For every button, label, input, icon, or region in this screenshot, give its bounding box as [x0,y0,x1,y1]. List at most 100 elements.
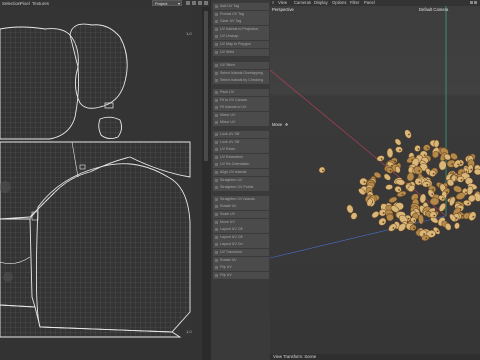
seed-shadow [426,183,429,186]
uv-scrollbar-thumb[interactable] [204,11,208,161]
seed [371,211,380,219]
command-item[interactable]: Rotate UV [213,256,269,264]
uv-coord-top: 1,0 [186,31,192,36]
seed [395,178,406,186]
command-item[interactable]: Flip UV [213,264,269,272]
command-item[interactable]: Straighten UV Points [213,184,269,192]
command-item[interactable]: Mirror UV [213,111,269,119]
command-item[interactable]: Clear UV Tag [213,18,269,26]
seed-shadow [380,158,383,160]
move-icon[interactable]: ✥ [284,122,289,127]
command-item[interactable]: UV Weld [213,48,269,56]
seed [395,146,403,153]
seed-shadow [432,172,435,175]
command-item[interactable]: UV Re-Orientation [213,161,269,169]
command-item[interactable]: Layout UV Off [213,233,269,241]
command-item[interactable]: Select Islands by Checking [213,77,269,85]
seed-shadow [407,217,410,220]
camera-label[interactable]: Perspective [272,7,294,12]
uv-menu-pixel[interactable]: Pixel [20,0,30,7]
chevron-down-icon: ▾ [177,1,180,6]
uv-island-tiny [104,102,114,109]
seed-shadow [423,154,426,157]
uv-scrollbar[interactable] [202,7,210,360]
seed-shadow [465,191,467,194]
seed-shadow [423,233,425,235]
seed [346,204,354,214]
camera-name[interactable]: Default Camera [419,7,448,12]
command-item[interactable]: UV Islands to Projection [213,25,269,33]
command-item[interactable]: Scale UV [213,211,269,218]
command-item[interactable]: Mirror UV [213,119,269,127]
seed-shadow [399,149,401,152]
seed [404,129,412,139]
view-transform-status: View Transform: Scene [273,354,317,359]
seed-shadow [432,188,435,191]
uv-map [0,7,192,338]
seed-shadow [418,170,420,172]
command-item[interactable]: Straighten UV [213,176,269,184]
command-item[interactable]: Lock UV Off [213,131,269,138]
uv-menu-textures[interactable]: Textures [32,0,49,7]
uv-mode-value: Project [155,1,168,6]
command-item[interactable]: Layout UV Off [213,226,269,234]
command-item[interactable]: Layout UV On [213,241,269,249]
seed-shadow [465,170,468,173]
seed-shadow [382,212,385,215]
command-item[interactable]: Rotate UV [213,203,269,211]
seed-shadow [441,197,444,200]
command-item[interactable]: Move UV [213,218,269,226]
seed [376,155,385,162]
viewport-3d-view[interactable]: Perspective Default Camera Move ✥ [270,6,480,354]
seed [433,139,440,148]
command-item[interactable]: UV Stitch [213,62,269,70]
uv-mode-dropdown[interactable]: Project ▾ [152,0,182,6]
seed [383,173,391,181]
command-item[interactable]: Flip UV [213,271,269,279]
command-item[interactable]: Align UV Islands [213,169,269,176]
command-item[interactable]: UV Relaxation [213,153,269,161]
seed-shadow [451,163,454,166]
seed-shadow [363,181,366,184]
rotate-view-icon[interactable] [474,1,477,4]
uv-island-bottom-big [35,163,191,333]
frame-icon[interactable] [198,1,202,5]
uv-menubar: Selection Pixel Textures Project ▾ [0,0,210,7]
seed-shadow [425,237,428,240]
pan-icon[interactable] [192,1,196,5]
move-view-icon[interactable] [470,1,473,4]
command-item[interactable]: Pack UV [213,89,269,96]
uv-toolbar-icons [186,0,208,7]
coriander-seeds-pile [318,129,480,241]
command-item[interactable]: Lock UV Off [213,138,269,146]
command-item[interactable]: Straighten UV Islands [213,195,269,203]
command-item[interactable]: Fit to UV Canvas [213,96,269,104]
seed-shadow [467,202,470,205]
seed-shadow [426,147,429,150]
seed-shadow [413,219,416,222]
settings-icon[interactable] [204,1,208,5]
seed-shadow [418,181,421,184]
command-item[interactable]: UV Relax [213,146,269,154]
uv-commands-panel: Add UV Tag Frontal UV Tag Clear UV Tag UV I… [210,0,270,360]
command-item[interactable]: UV Unwrap [213,33,269,41]
seed-shadow [457,163,459,166]
command-item[interactable]: Add UV Tag [213,3,269,10]
uv-island-top-mid [69,23,128,109]
seed-shadow [417,148,420,150]
zoom-icon[interactable] [186,1,190,5]
seed [438,160,447,171]
command-item[interactable]: UV Transform [213,249,269,256]
seed [454,222,460,230]
command-item[interactable]: Select Islands Overlapping [213,69,269,77]
uv-canvas[interactable]: 1,0 1,0 [0,7,202,360]
command-item[interactable]: UV Map to Polygon [213,41,269,48]
viewport-scene [270,6,480,259]
seed-shadow [431,233,433,236]
seed-shadow [389,169,392,172]
seed-shadow [431,193,434,196]
uv-menu-selection[interactable]: Selection [2,0,21,7]
command-item[interactable]: Fit Islands to UV [213,104,269,112]
seed [386,148,394,158]
command-item[interactable]: Frontal UV Tag [213,10,269,18]
